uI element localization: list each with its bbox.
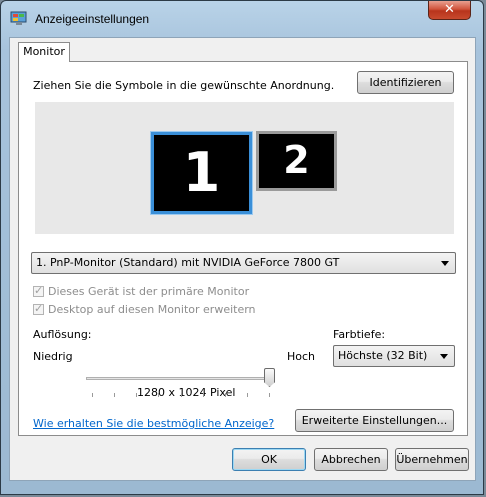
monitor-select[interactable]: 1. PnP-Monitor (Standard) mit NVIDIA GeF…: [31, 252, 456, 274]
monitor-arrangement-area: 1 2: [35, 102, 454, 234]
title-bar[interactable]: Anzeigeeinstellungen ✕: [1, 1, 483, 37]
close-icon: ✕: [444, 2, 455, 17]
monitor-2-icon[interactable]: 2: [256, 131, 337, 191]
resolution-low-label: Niedrig: [33, 350, 73, 363]
apply-button[interactable]: Übernehmen: [395, 448, 469, 471]
monitor-select-value: 1. PnP-Monitor (Standard) mit NVIDIA GeF…: [36, 256, 340, 269]
checkbox-checked-icon: [33, 302, 44, 315]
monitor-1-icon[interactable]: 1: [150, 131, 253, 215]
cancel-button[interactable]: Abbrechen: [314, 448, 388, 471]
chevron-down-icon: [441, 261, 449, 266]
advanced-settings-button[interactable]: Erweiterte Einstellungen...: [295, 409, 454, 432]
arrange-instructions: Ziehen Sie die Symbole in die gewünschte…: [33, 79, 335, 92]
ok-button[interactable]: OK: [232, 448, 306, 471]
checkbox-checked-icon: [33, 284, 44, 297]
color-depth-select[interactable]: Höchste (32 Bit): [333, 345, 455, 367]
extend-desktop-checkbox[interactable]: Desktop auf diesen Monitor erweitern: [33, 302, 256, 316]
display-settings-icon: [10, 11, 28, 26]
identify-button[interactable]: Identifizieren: [357, 71, 454, 94]
window-title: Anzeigeeinstellungen: [35, 12, 150, 26]
chevron-down-icon: [440, 354, 448, 359]
monitor-tab-panel: Ziehen Sie die Symbole in die gewünschte…: [18, 61, 468, 436]
tab-monitor[interactable]: Monitor: [18, 42, 70, 62]
dialog-client-area: Monitor Ziehen Sie die Symbole in die ge…: [9, 37, 476, 481]
display-settings-window: Anzeigeeinstellungen ✕ Monitor Ziehen Si…: [0, 0, 484, 495]
best-display-help-link[interactable]: Wie erhalten Sie die bestmögliche Anzeig…: [33, 417, 274, 430]
extend-desktop-label: Desktop auf diesen Monitor erweitern: [48, 303, 256, 316]
resolution-value: 1280 x 1024 Pixel: [137, 386, 236, 399]
resolution-high-label: Hoch: [287, 350, 316, 363]
primary-monitor-label: Dieses Gerät ist der primäre Monitor: [48, 285, 250, 298]
color-depth-label: Farbtiefe:: [333, 328, 386, 341]
primary-monitor-checkbox[interactable]: Dieses Gerät ist der primäre Monitor: [33, 284, 250, 298]
close-button[interactable]: ✕: [428, 1, 471, 20]
resolution-label: Auflösung:: [33, 328, 92, 341]
color-depth-value: Höchste (32 Bit): [338, 349, 428, 362]
